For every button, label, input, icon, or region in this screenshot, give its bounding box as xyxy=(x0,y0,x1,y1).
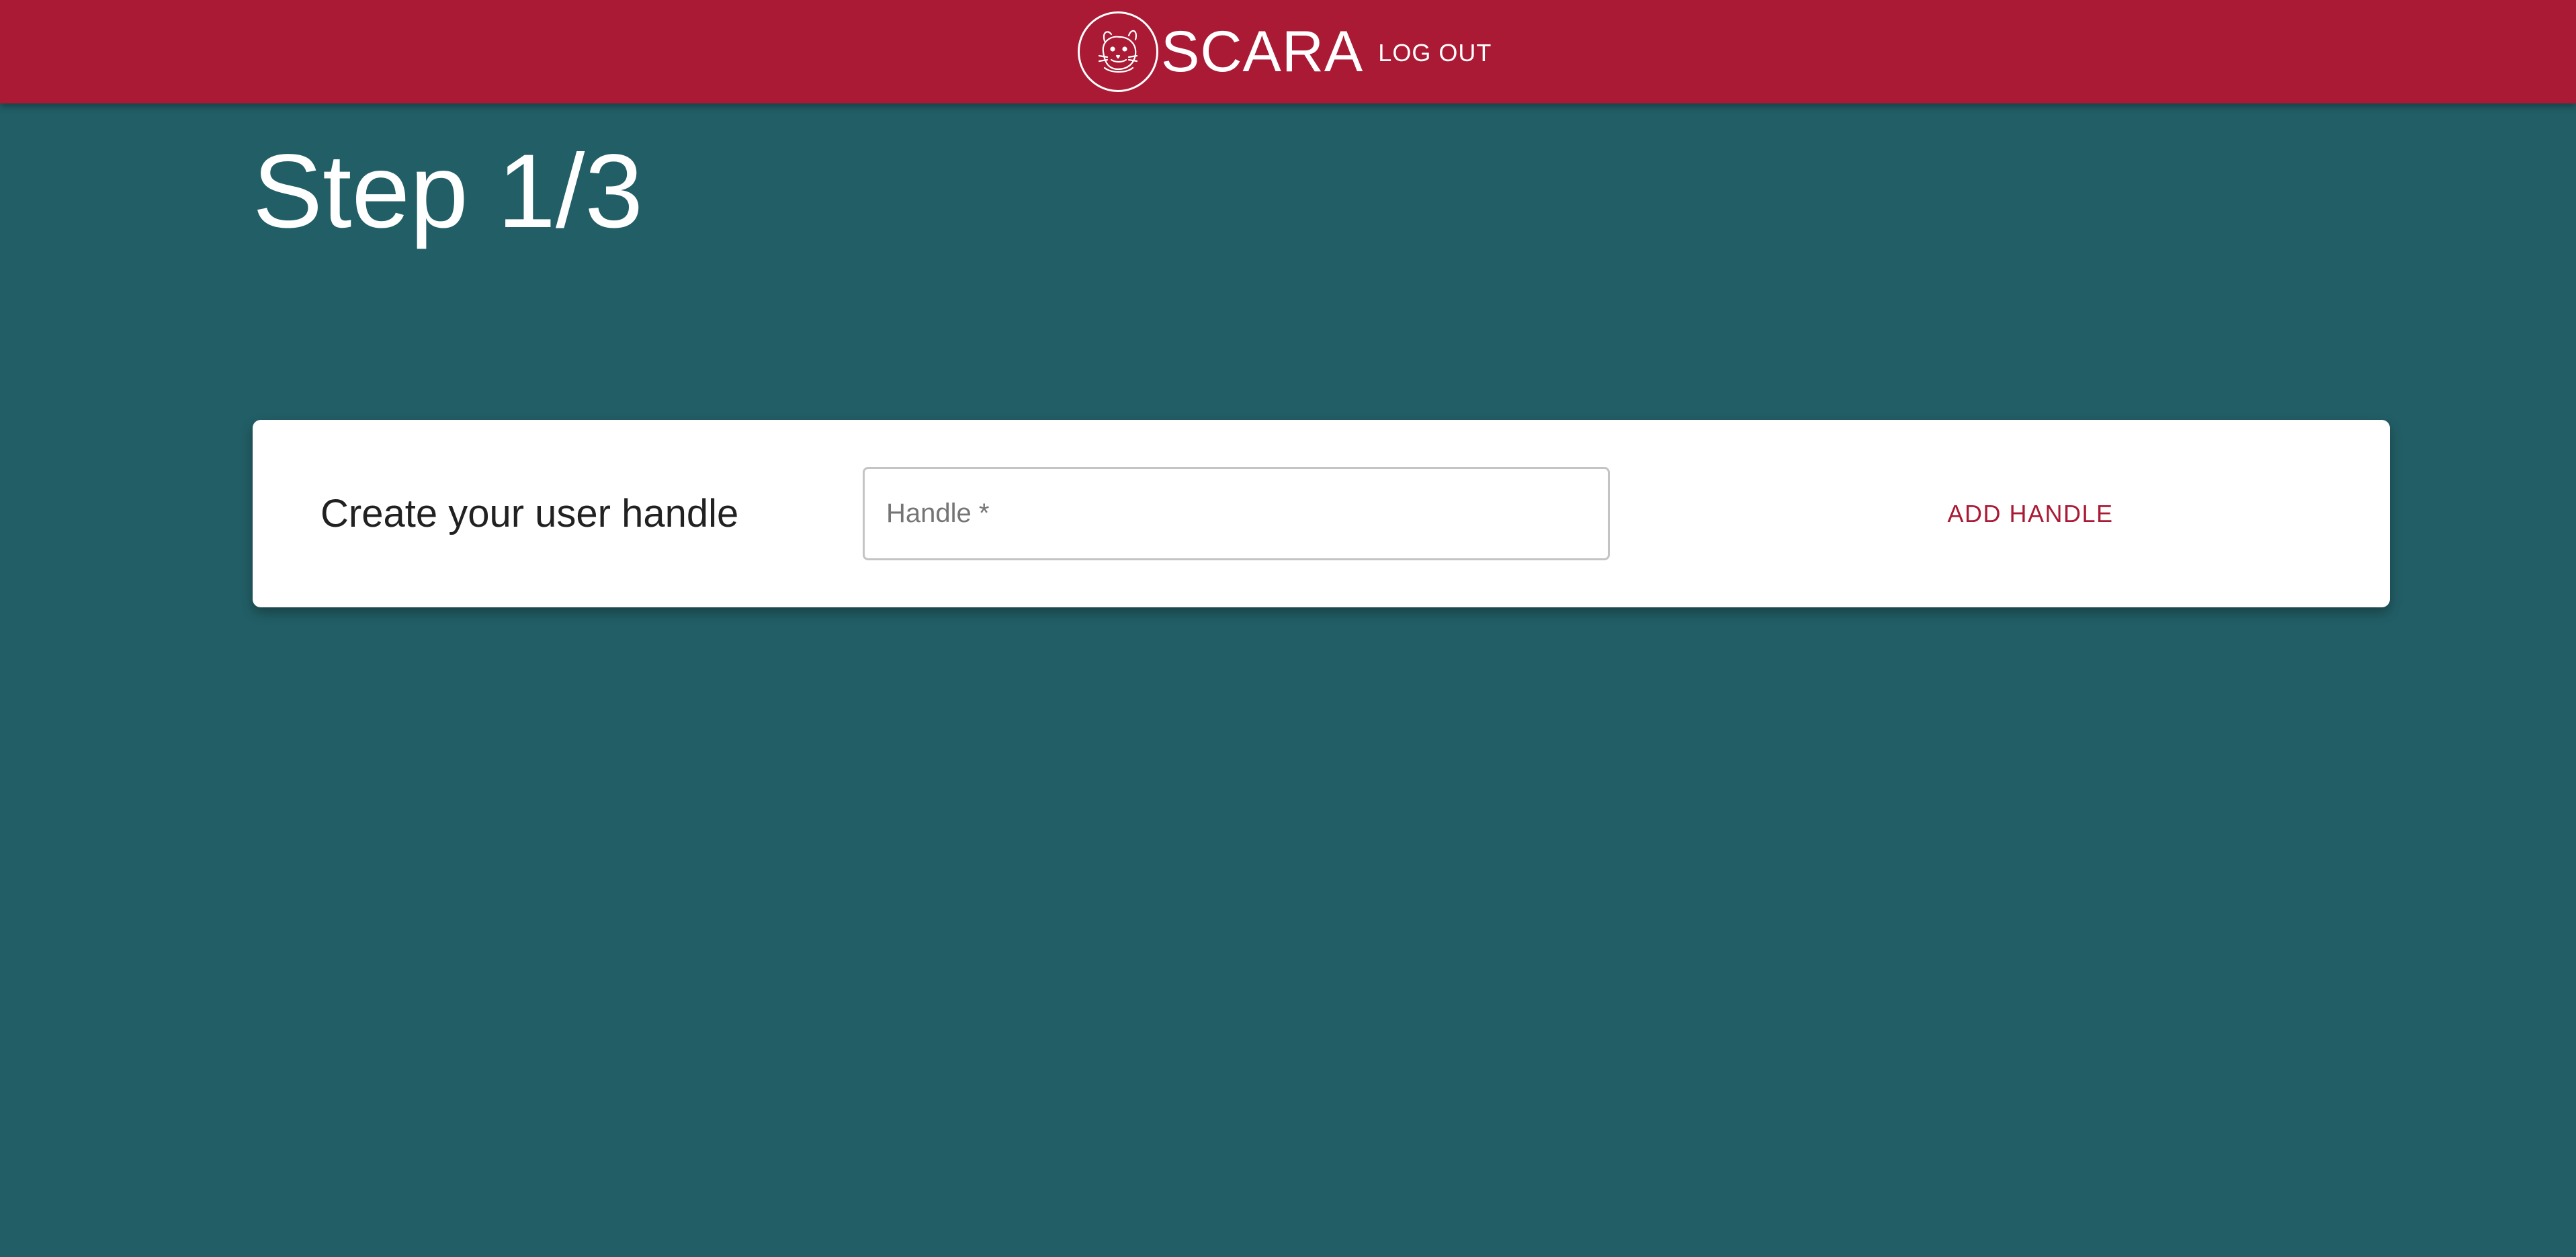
handle-card: Create your user handle ADD HANDLE xyxy=(253,420,2390,607)
top-app-bar: SCARA LOG OUT xyxy=(0,0,2576,103)
logout-button[interactable]: LOG OUT xyxy=(1378,39,1492,67)
hamster-logo-icon xyxy=(1078,11,1158,92)
handle-card-label: Create your user handle xyxy=(320,492,739,535)
handle-input[interactable] xyxy=(863,467,1610,560)
brand: SCARA LOG OUT xyxy=(1078,0,1492,103)
page-title: Step 1/3 xyxy=(253,133,644,250)
app-name: SCARA xyxy=(1161,19,1364,84)
add-handle-button[interactable]: ADD HANDLE xyxy=(1916,467,2145,560)
